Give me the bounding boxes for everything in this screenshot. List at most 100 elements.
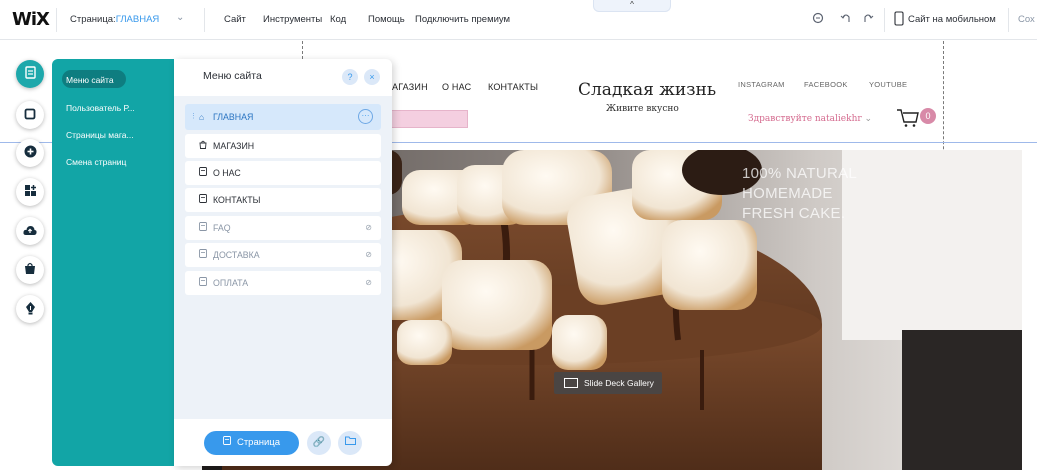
upload-button[interactable] [16, 217, 44, 245]
menu-upgrade[interactable]: Подключить премиум [415, 14, 510, 25]
menu-code[interactable]: Код [330, 14, 346, 25]
teal-item-site-menu[interactable]: Меню сайта [66, 75, 114, 85]
page-icon [199, 243, 208, 267]
redo-icon[interactable] [862, 12, 874, 27]
editor-window: WiX Страница:ГЛАВНАЯ ⌄ Сайт Инструменты … [0, 0, 1037, 470]
pages-icon [24, 66, 36, 82]
page-icon [199, 216, 208, 240]
page-row-contacts[interactable]: КОНТАКТЫ [185, 188, 381, 212]
gallery-tag-label: Slide Deck Gallery [584, 378, 654, 388]
greeting-text: Здравствуйте nataliekhr [748, 114, 862, 124]
menu-help[interactable]: Помощь [368, 14, 405, 25]
page-row-label: МАГАЗИН [213, 141, 255, 151]
page-icon [199, 161, 208, 185]
site-nav-about[interactable]: О НАС [442, 82, 471, 92]
page-icon [199, 271, 208, 295]
site-title[interactable]: Сладкая жизнь [578, 80, 716, 100]
hidden-eye-icon: ⊘ [365, 278, 372, 287]
more-options-icon[interactable]: ··· [358, 109, 373, 124]
divider [884, 8, 885, 32]
site-menu-sidebar: Меню сайта Пользователь Р... Страницы ма… [52, 59, 174, 466]
add-button[interactable] [16, 139, 44, 167]
divider [1008, 8, 1009, 32]
pages-button[interactable] [16, 60, 44, 88]
page-selector-label: Страница: [70, 14, 116, 25]
teal-item-page-transitions[interactable]: Смена страниц [66, 157, 126, 167]
social-youtube[interactable]: YOUTUBE [869, 80, 907, 89]
member-greeting[interactable]: Здравствуйте nataliekhr ⌄ [748, 114, 872, 124]
menu-tools[interactable]: Инструменты [263, 14, 322, 25]
page-row-delivery[interactable]: ДОСТАВКА ⊘ [185, 243, 381, 267]
page-row-label: О НАС [213, 168, 241, 178]
close-button[interactable]: × [364, 69, 380, 85]
divider [56, 8, 57, 32]
drag-handle-icon[interactable]: ⋮ [190, 104, 197, 130]
divider [204, 8, 205, 32]
page-row-about[interactable]: О НАС [185, 161, 381, 185]
page-selector[interactable]: Страница:ГЛАВНАЯ [70, 14, 159, 25]
background-button[interactable] [16, 101, 44, 129]
hidden-eye-icon: ⊘ [365, 223, 372, 232]
undo-icon[interactable] [840, 12, 852, 27]
link-icon: 🔗 [312, 437, 326, 448]
site-nav-contacts[interactable]: КОНТАКТЫ [488, 82, 538, 92]
page-icon [223, 431, 231, 455]
folder-icon [344, 436, 356, 448]
hero-line-2: HOMEMADE [742, 185, 833, 202]
add-link-button[interactable]: 🔗 [307, 431, 331, 455]
app-market-icon [24, 184, 37, 200]
page-row-payment[interactable]: ОПЛАТА ⊘ [185, 271, 381, 295]
blog-button[interactable] [16, 295, 44, 323]
shop-icon [199, 134, 208, 158]
help-button[interactable]: ? [342, 69, 358, 85]
cart-count-badge: 0 [920, 108, 936, 124]
editor-top-bar: WiX Страница:ГЛАВНАЯ ⌄ Сайт Инструменты … [0, 0, 1037, 40]
background-icon [24, 108, 36, 123]
chevron-down-icon[interactable]: ⌄ [176, 12, 184, 23]
store-icon [24, 262, 36, 278]
menu-site[interactable]: Сайт [224, 14, 246, 25]
page-row-shop[interactable]: МАГАЗИН [185, 134, 381, 158]
page-row-home[interactable]: ⋮ ⌂ ГЛАВНАЯ ··· [185, 104, 381, 130]
teal-item-member-pages[interactable]: Пользователь Р... [66, 103, 135, 113]
teal-item-store-pages[interactable]: Страницы мага... [66, 130, 134, 140]
panel-title: Меню сайта [203, 70, 262, 82]
mobile-view-button[interactable]: Сайт на мобильном [908, 14, 996, 25]
add-icon [24, 145, 37, 161]
social-instagram[interactable]: INSTAGRAM [738, 80, 785, 89]
hero-headline[interactable]: 100% NATURAL HOMEMADE FRESH CAKE. [742, 164, 857, 224]
chevron-down-icon: ⌄ [864, 114, 873, 124]
image-icon [564, 377, 578, 388]
hidden-eye-icon: ⊘ [365, 250, 372, 259]
page-row-label: ОПЛАТА [213, 278, 249, 288]
home-icon: ⌂ [199, 112, 205, 122]
upload-icon [23, 224, 37, 239]
highlight-box[interactable] [388, 110, 468, 128]
save-button[interactable]: Сох [1018, 14, 1035, 25]
blog-pen-icon [25, 301, 36, 318]
site-subtitle[interactable]: Живите вкусно [606, 104, 679, 114]
page-icon [199, 188, 208, 212]
app-market-button[interactable] [16, 178, 44, 206]
add-folder-button[interactable] [338, 431, 362, 455]
zoom-icon[interactable] [812, 12, 825, 28]
page-row-faq[interactable]: FAQ ⊘ [185, 216, 381, 240]
cart-icon[interactable] [896, 108, 919, 128]
mobile-icon[interactable] [894, 11, 904, 29]
add-page-button[interactable]: Страница [204, 431, 299, 455]
page-selector-value: ГЛАВНАЯ [115, 14, 160, 25]
store-button[interactable] [16, 256, 44, 284]
wix-logo[interactable]: WiX [12, 9, 50, 30]
site-nav-shop[interactable]: АГАЗИН [392, 82, 428, 92]
chevron-up-icon: ^ [630, 0, 634, 9]
social-facebook[interactable]: FACEBOOK [804, 80, 848, 89]
hero-line-3: FRESH CAKE. [742, 205, 846, 222]
hero-line-1: 100% NATURAL [742, 165, 858, 182]
page-row-label: ДОСТАВКА [213, 250, 260, 260]
page-row-label: ГЛАВНАЯ [213, 112, 254, 122]
page-row-label: КОНТАКТЫ [213, 195, 261, 205]
add-page-label: Страница [236, 437, 281, 448]
collapse-toolbar-tab[interactable]: ^ [593, 0, 671, 12]
page-row-label: FAQ [213, 223, 231, 233]
gallery-element-tag[interactable]: Slide Deck Gallery [554, 372, 662, 394]
